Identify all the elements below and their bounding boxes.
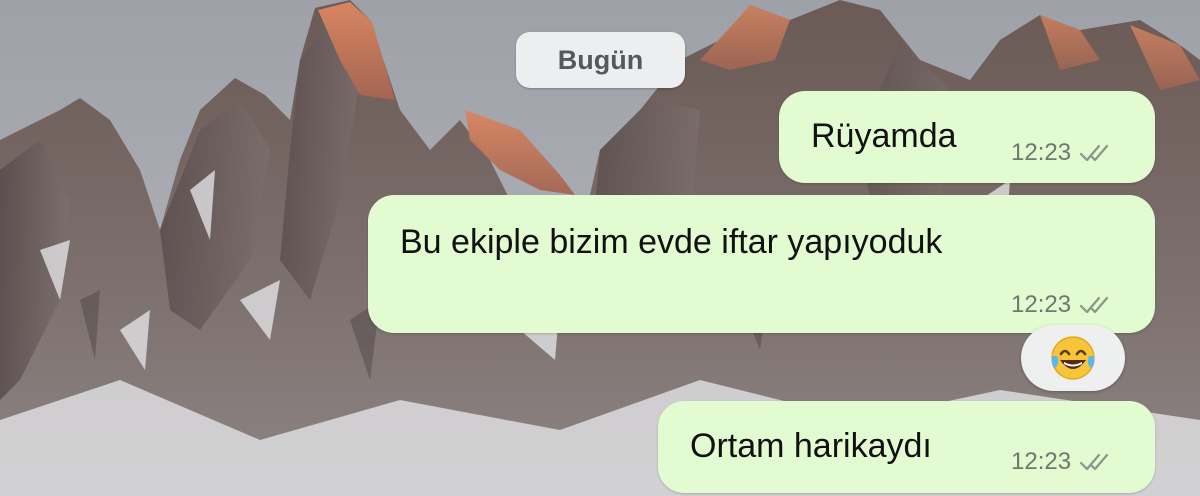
outgoing-message[interactable]: Rüyamda 12:23 bbox=[779, 91, 1155, 183]
message-time: 12:23 bbox=[1011, 139, 1072, 166]
message-meta: 12:23 bbox=[1011, 448, 1109, 476]
message-meta: 12:23 bbox=[1011, 291, 1109, 319]
double-check-icon bbox=[1079, 453, 1109, 471]
outgoing-message[interactable]: Bu ekiple bizim evde iftar yapıyoduk 12:… bbox=[368, 195, 1155, 333]
date-divider: Bugün bbox=[516, 32, 685, 88]
tears-of-joy-emoji-icon bbox=[1051, 336, 1095, 380]
double-check-icon bbox=[1079, 296, 1109, 314]
message-text: Ortam harikaydı bbox=[690, 427, 932, 465]
message-text: Bu ekiple bizim evde iftar yapıyoduk bbox=[400, 223, 943, 261]
message-time: 12:23 bbox=[1011, 291, 1072, 318]
message-list[interactable]: Bugün Rüyamda 12:23 Bu ekiple bizim evde… bbox=[0, 0, 1200, 496]
message-meta: 12:23 bbox=[1011, 139, 1109, 167]
message-reaction[interactable] bbox=[1021, 325, 1125, 391]
message-text: Rüyamda bbox=[811, 117, 957, 155]
message-time: 12:23 bbox=[1011, 448, 1072, 475]
double-check-icon bbox=[1079, 144, 1109, 162]
outgoing-message[interactable]: Ortam harikaydı 12:23 bbox=[658, 401, 1155, 493]
